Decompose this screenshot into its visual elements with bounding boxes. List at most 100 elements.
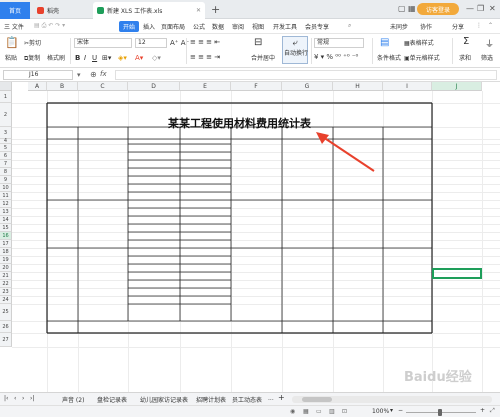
close-window-icon[interactable]: ✕ [489, 4, 496, 13]
last-sheet-icon[interactable]: ›| [30, 395, 34, 402]
fullscreen-icon[interactable]: ⤢ [490, 407, 495, 415]
sheet-tab-kindergarten[interactable]: 幼儿园家访记录表 [140, 395, 188, 404]
spreadsheet-grid[interactable]: A B C D E F G H I J 1 2 3 4 5 6 7 8 9 10 11 12 13 14 15 16 17 18 19 2… [0, 82, 500, 392]
new-tab-button[interactable]: + [211, 3, 220, 16]
zoom-level[interactable]: 100% [372, 408, 389, 415]
tab-document[interactable]: 新建 XLS 工作表.xls ✕ [93, 2, 205, 19]
filter-icon[interactable]: ⏚ [485, 37, 494, 50]
sheet-tab-sound[interactable]: 声音 (2) [62, 395, 84, 404]
sheet-tab-inspection[interactable]: 盘检记录表 [97, 395, 127, 404]
tab-daoke-label: 稻壳 [47, 8, 60, 15]
first-sheet-icon[interactable]: |‹ [4, 395, 8, 402]
border-icon[interactable]: ⊞▾ [102, 54, 111, 62]
prev-sheet-icon[interactable]: ‹ [14, 395, 16, 402]
sheet-tab-hiring[interactable]: 招聘计划表 [196, 395, 226, 404]
sum-icon[interactable]: Σ [463, 36, 469, 47]
sync-status[interactable]: 未同步 [390, 22, 408, 31]
page-layout-view-icon[interactable]: ▭ [316, 408, 322, 415]
zoom-out-button[interactable]: − [398, 407, 403, 414]
cut-button[interactable]: ✂剪切 [24, 38, 41, 47]
page-break-view-icon[interactable]: ▥ [329, 408, 335, 415]
menu-file[interactable]: 三 文件 [4, 22, 24, 31]
horizontal-scrollbar[interactable] [292, 396, 492, 403]
formula-input[interactable] [115, 70, 497, 80]
zoom-slider-thumb[interactable] [438, 409, 442, 416]
minimize-icon[interactable]: — [466, 4, 474, 13]
name-box-dropdown-icon[interactable]: ▾ [77, 71, 81, 79]
menu-page-layout[interactable]: 页面布局 [161, 22, 185, 31]
zoom-dropdown-icon[interactable]: ▾ [390, 407, 393, 414]
font-color-icon[interactable]: A▾ [135, 54, 143, 62]
layout-icon[interactable]: ▢ [398, 4, 406, 13]
menu-review[interactable]: 审阅 [232, 22, 244, 31]
align-top-icons[interactable]: ≡ ≡ ≡ ⇤ [190, 38, 220, 46]
more-sheets-button[interactable]: ... [268, 395, 274, 402]
align-left-icons[interactable]: ≡ ≡ ≡ ⇥ [190, 53, 220, 61]
wrap-text-icon: ⤶ [292, 38, 298, 48]
tab-daoke[interactable]: 稻壳 [33, 2, 91, 19]
sum-button[interactable]: 求和 [459, 53, 471, 62]
fill-color-icon[interactable]: ◈▾ [118, 54, 127, 62]
name-box[interactable]: J16 [3, 70, 73, 80]
grid-apps-icon[interactable]: ▦ [408, 4, 416, 13]
search-icon[interactable]: ⌕ [348, 22, 351, 30]
restore-icon[interactable]: ❐ [477, 4, 484, 13]
font-size-select[interactable]: 12 [135, 38, 167, 48]
copy-button[interactable]: ⧉复制 [24, 53, 40, 63]
tab-home[interactable]: 首页 [0, 2, 30, 19]
menu-insert[interactable]: 插入 [143, 22, 155, 31]
copy-label: 复制 [28, 55, 41, 62]
wrap-text-button[interactable]: ⤶ 自动换行 [282, 36, 308, 64]
menu-view[interactable]: 视图 [252, 22, 264, 31]
table-style-label: 表格样式 [409, 40, 434, 47]
close-tab-icon[interactable]: ✕ [196, 7, 201, 14]
sheet-tab-staff[interactable]: 员工动态表 [232, 395, 262, 404]
number-format-select[interactable]: 常规 [314, 38, 364, 48]
formula-bar: J16 ▾ ⊕ fx [0, 68, 500, 82]
fx-button[interactable]: fx [100, 70, 107, 78]
number-format-icons[interactable]: ¥ ▾ % ⁰⁰ ⁺⁰ ⁻⁰ [314, 53, 358, 61]
clear-format-icon[interactable]: ◇▾ [152, 54, 161, 62]
normal-view-icon[interactable]: ▦ [303, 408, 309, 415]
login-button[interactable]: 访客登录 [417, 3, 459, 15]
title-bar: 首页 稻壳 新建 XLS 工作表.xls ✕ + ▢ ▦ 访客登录 — ❐ ✕ [0, 0, 500, 19]
login-label: 访客登录 [425, 6, 450, 14]
menu-formula[interactable]: 公式 [193, 22, 205, 31]
conditional-format-button[interactable]: 条件格式 [377, 53, 401, 62]
next-sheet-icon[interactable]: › [22, 395, 24, 402]
menu-member[interactable]: 会员专享 [305, 22, 329, 31]
tab-document-label: 新建 XLS 工作表.xls [107, 8, 163, 15]
paste-button[interactable]: 粘贴 [5, 53, 17, 62]
eye-protect-icon[interactable]: ◉ [290, 408, 295, 415]
zoom-in-button[interactable]: + [480, 407, 485, 414]
italic-icon[interactable]: I [84, 54, 86, 62]
number-format-value: 常规 [317, 39, 330, 46]
cell-style-button[interactable]: ▣单元格样式 [404, 53, 440, 62]
share-button[interactable]: 分享 [452, 22, 464, 31]
reading-mode-icon[interactable]: ⊡ [342, 408, 347, 415]
collapse-icon[interactable]: ⌃ [488, 22, 493, 29]
font-name-select[interactable]: 宋体 [74, 38, 132, 48]
zoom-formula-icon[interactable]: ⊕ [90, 70, 97, 79]
conditional-format-icon[interactable]: ▤ [380, 37, 389, 48]
menu-data[interactable]: 数据 [212, 22, 224, 31]
ribbon: 📋 粘贴 ✂剪切 ⧉复制 格式刷 宋体 12 A⁺ A⁻ B I U ⊞▾ ◈▾… [0, 34, 500, 68]
underline-icon[interactable]: U [92, 54, 97, 62]
merge-icon[interactable]: ⊟ [254, 37, 262, 48]
paste-icon[interactable]: 📋 [5, 36, 19, 49]
merge-center-button[interactable]: 合并居中 [251, 53, 275, 62]
more-icon[interactable]: ⋮ [476, 22, 482, 29]
sheet-tab-bar: |‹ ‹ › ›| 声音 (2) 盘检记录表 幼儿园家访记录表 招聘计划表 员工… [0, 392, 500, 405]
quick-access-icons[interactable]: ▤ ⎙ ↶ ↷ ▾ [34, 22, 65, 30]
scroll-thumb[interactable] [302, 397, 332, 402]
bold-icon[interactable]: B [75, 54, 80, 62]
menu-start[interactable]: 开始 [119, 21, 140, 32]
format-painter-button[interactable]: 格式刷 [47, 53, 65, 62]
menu-developer[interactable]: 开发工具 [273, 22, 297, 31]
tab-home-label: 首页 [8, 8, 21, 15]
add-sheet-button[interactable]: + [278, 393, 285, 402]
collaborate-button[interactable]: 协作 [420, 22, 432, 31]
menu-bar: 三 文件 ▤ ⎙ ↶ ↷ ▾ 开始 插入 页面布局 公式 数据 审阅 视图 开发… [0, 19, 500, 34]
filter-button[interactable]: 筛选 [481, 53, 493, 62]
table-style-button[interactable]: ▦表格样式 [404, 38, 434, 47]
